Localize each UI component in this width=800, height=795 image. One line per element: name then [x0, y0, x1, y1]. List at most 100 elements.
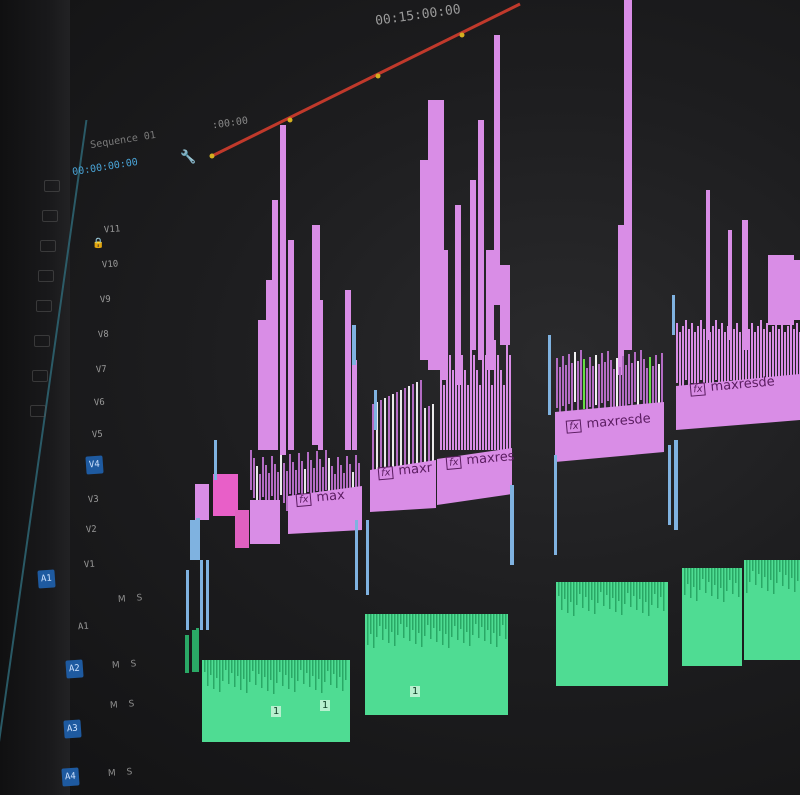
audio-waveform[interactable] [318, 660, 320, 679]
audio-waveform[interactable] [309, 660, 311, 687]
video-clip[interactable] [482, 340, 484, 450]
video-clip[interactable] [616, 358, 618, 408]
video-clip[interactable] [497, 355, 499, 450]
fx-icon[interactable]: fx [565, 419, 583, 434]
video-clip[interactable] [316, 451, 318, 491]
fx-icon[interactable]: fx [445, 455, 463, 470]
audio-waveform[interactable] [394, 614, 396, 646]
video-clip[interactable] [253, 458, 255, 498]
video-clip[interactable] [458, 340, 460, 450]
audio-waveform[interactable] [791, 560, 793, 578]
video-clip[interactable] [706, 190, 710, 340]
audio-waveform[interactable] [228, 660, 230, 684]
video-clip[interactable] [476, 370, 478, 450]
audio-waveform[interactable] [430, 614, 432, 639]
audio-waveform[interactable] [276, 660, 278, 683]
video-clip[interactable] [598, 364, 600, 414]
video-clip[interactable] [601, 353, 603, 403]
audio-waveform[interactable] [735, 568, 737, 583]
video-clip[interactable] [416, 382, 418, 470]
audio-waveform[interactable] [582, 582, 584, 608]
audio-waveform[interactable] [755, 560, 757, 585]
audio-waveform[interactable] [267, 660, 269, 691]
audio-waveform[interactable] [758, 560, 760, 574]
audio-waveform[interactable] [788, 560, 790, 589]
video-clip[interactable] [655, 355, 657, 405]
video-clip[interactable] [440, 370, 442, 450]
audio-waveform[interactable] [588, 582, 590, 611]
audio-waveform[interactable] [388, 614, 390, 643]
audio-waveform[interactable] [481, 614, 483, 627]
audio-waveform[interactable] [484, 614, 486, 641]
video-clip[interactable] [274, 464, 276, 504]
audio-waveform[interactable] [711, 568, 713, 596]
audio-waveform[interactable] [258, 660, 260, 674]
audio-waveform[interactable] [702, 568, 704, 579]
video-clip[interactable] [443, 385, 445, 450]
audio-waveform[interactable] [270, 660, 272, 680]
audio-waveform[interactable] [618, 582, 620, 601]
audio-waveform[interactable] [282, 660, 284, 686]
audio-waveform[interactable] [746, 560, 748, 593]
video-clip[interactable] [500, 265, 510, 345]
audio-waveform[interactable] [216, 660, 218, 678]
audio-waveform[interactable] [776, 560, 778, 583]
video-clip[interactable] [464, 370, 466, 450]
audio-waveform[interactable] [794, 560, 796, 592]
video-clip[interactable] [556, 358, 558, 408]
video-clip[interactable] [580, 350, 582, 400]
video-clip[interactable] [491, 385, 493, 450]
video-clip[interactable] [781, 323, 783, 383]
video-clip[interactable] [682, 326, 684, 386]
video-clip[interactable] [372, 404, 374, 470]
audio-waveform[interactable] [505, 614, 507, 639]
audio-waveform[interactable] [291, 660, 293, 678]
video-clip[interactable] [488, 370, 490, 450]
video-clip[interactable] [288, 240, 294, 450]
audio-waveform[interactable] [421, 614, 423, 647]
audio-waveform[interactable] [732, 568, 734, 594]
audio-waveform[interactable] [642, 582, 644, 613]
audio-waveform[interactable] [457, 614, 459, 640]
audio-waveform[interactable] [490, 614, 492, 644]
audio-waveform[interactable] [327, 660, 329, 671]
video-clip[interactable] [568, 354, 570, 404]
video-clip[interactable] [345, 290, 351, 450]
audio-waveform[interactable] [391, 614, 393, 632]
audio-waveform[interactable] [321, 660, 323, 693]
audio-waveform[interactable] [579, 582, 581, 594]
video-clip[interactable] [574, 352, 576, 402]
audio-waveform[interactable] [463, 614, 465, 643]
fx-icon[interactable]: fx [689, 382, 707, 397]
audio-waveform[interactable] [493, 614, 495, 633]
audio-waveform[interactable] [342, 660, 344, 691]
audio-waveform[interactable] [761, 560, 763, 588]
video-clip[interactable] [583, 359, 585, 409]
audio-waveform[interactable] [499, 614, 501, 636]
audio-waveform[interactable] [222, 660, 224, 681]
audio-waveform[interactable] [749, 560, 751, 582]
video-clip[interactable] [289, 454, 291, 494]
video-clip[interactable] [298, 453, 300, 493]
video-clip[interactable] [559, 367, 561, 417]
video-clip[interactable] [697, 326, 699, 386]
audio-waveform[interactable] [439, 614, 441, 631]
audio-waveform[interactable] [651, 582, 653, 605]
video-clip[interactable] [478, 120, 484, 360]
audio-waveform[interactable] [591, 582, 593, 600]
audio-waveform[interactable] [285, 660, 287, 675]
audio-waveform[interactable] [496, 614, 498, 647]
video-clip[interactable] [470, 180, 476, 350]
video-clip[interactable] [607, 351, 609, 401]
audio-waveform[interactable] [415, 614, 417, 644]
video-clip[interactable] [751, 323, 753, 383]
audio-waveform[interactable] [333, 660, 335, 674]
audio-waveform[interactable] [261, 660, 263, 688]
video-clip[interactable] [688, 329, 690, 389]
video-clip[interactable] [571, 363, 573, 413]
video-clip[interactable] [286, 471, 288, 511]
video-clip[interactable] [676, 323, 678, 383]
audio-waveform[interactable] [696, 568, 698, 601]
audio-waveform[interactable] [502, 614, 504, 625]
video-clip[interactable] [380, 400, 382, 470]
